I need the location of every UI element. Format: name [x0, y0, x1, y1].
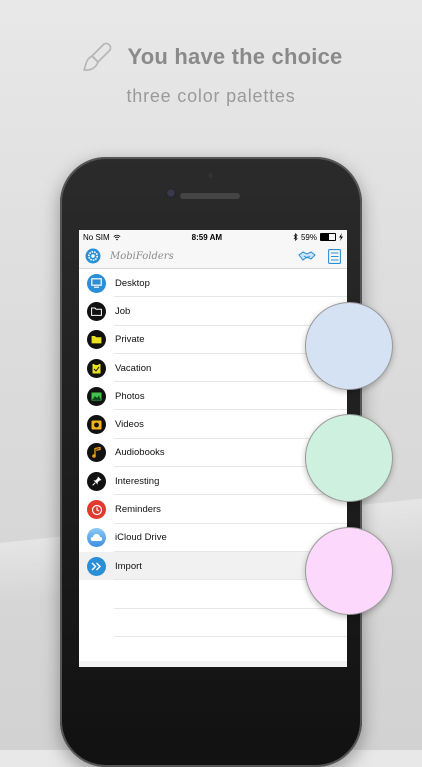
film-icon: [87, 415, 106, 435]
bluetooth-icon: [293, 233, 298, 241]
palette-swatch-green[interactable]: [305, 414, 393, 502]
app-title: MobiFolders: [110, 250, 174, 262]
cloud-icon: [87, 528, 106, 548]
folder-item-videos[interactable]: Videos: [79, 410, 347, 440]
monitor-icon: [87, 273, 106, 293]
list-menu-icon[interactable]: [328, 248, 341, 264]
status-bar: No SIM 8:59 AM 59%: [79, 230, 347, 244]
front-camera: [166, 188, 176, 198]
pin-icon: [87, 471, 106, 491]
clipboard-icon: [87, 358, 106, 378]
folder-item-icloud-drive[interactable]: iCloud Drive: [79, 524, 347, 553]
paint-brush-icon: [82, 42, 111, 71]
status-time: 8:59 AM: [191, 232, 223, 242]
proximity-sensor: [208, 173, 213, 178]
screen-footer: [79, 661, 347, 667]
folder-item-photos[interactable]: Photos: [79, 382, 347, 411]
folder-item-reminders[interactable]: Reminders: [79, 495, 347, 524]
palette-swatch-blue[interactable]: [305, 302, 393, 390]
double-chevron-right-icon: [87, 556, 106, 576]
battery-icon: [319, 233, 336, 241]
earpiece-speaker: [180, 193, 240, 199]
carrier-label: No SIM: [83, 232, 110, 242]
charging-icon: [338, 233, 343, 241]
photo-icon: [87, 386, 106, 406]
folder-icon: [87, 330, 106, 350]
handshake-icon[interactable]: [298, 250, 316, 262]
empty-row: [79, 609, 347, 638]
app-navbar: MobiFolders: [79, 244, 347, 269]
headline-subtitle: three color palettes: [126, 86, 296, 106]
battery-percent: 59%: [300, 232, 317, 242]
headline-title: You have the choice: [127, 44, 343, 69]
wifi-icon: [113, 234, 121, 240]
folder-item-desktop[interactable]: Desktop: [79, 269, 347, 298]
folder-icon: [87, 301, 106, 321]
folder-item-job[interactable]: Job: [79, 297, 347, 326]
clock-icon: [87, 500, 106, 520]
music-note-icon: [87, 443, 106, 463]
palette-swatch-pink[interactable]: [305, 527, 393, 615]
settings-gear-icon[interactable]: [85, 248, 101, 264]
headline: You have the choice: [0, 40, 422, 74]
